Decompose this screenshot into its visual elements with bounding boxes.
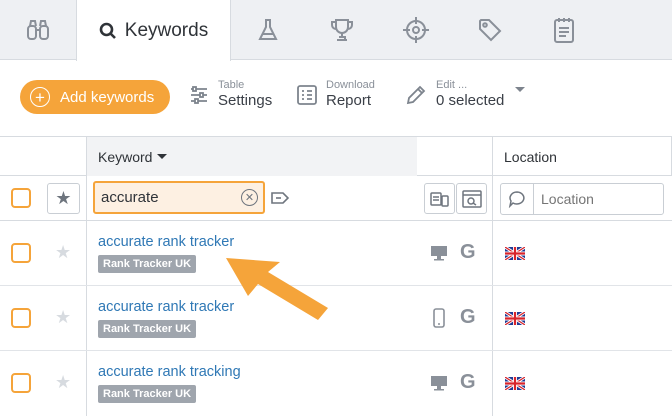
notepad-icon bbox=[554, 18, 574, 43]
keyword-column-label: Keyword bbox=[98, 148, 153, 165]
location-filter bbox=[500, 183, 664, 215]
table-settings-big: Settings bbox=[218, 92, 273, 109]
uk-flag-icon bbox=[505, 312, 525, 325]
table-settings-small: Table bbox=[218, 79, 245, 91]
keyword-link[interactable]: accurate rank tracking bbox=[98, 364, 241, 380]
desktop-icon bbox=[431, 246, 447, 261]
add-keywords-label: Add keywords bbox=[60, 88, 155, 106]
keyword-link[interactable]: accurate rank tracker bbox=[98, 299, 234, 315]
browser-search-icon bbox=[461, 189, 482, 208]
project-badge: Rank Tracker UK bbox=[98, 255, 197, 273]
chevron-down-icon bbox=[515, 87, 526, 92]
clear-search-icon[interactable]: ✕ bbox=[241, 189, 258, 206]
project-badge: Rank Tracker UK bbox=[98, 385, 197, 403]
project-badge: Rank Tracker UK bbox=[98, 320, 197, 338]
favorite-star-icon[interactable]: ★ bbox=[55, 307, 71, 328]
device-filter-button[interactable] bbox=[424, 183, 455, 214]
top-tab-bar: Keywords bbox=[0, 0, 672, 61]
location-filter-input[interactable] bbox=[535, 184, 663, 214]
location-column-label: Location bbox=[504, 148, 557, 165]
tag-filter-button[interactable] bbox=[266, 183, 294, 213]
tag-icon bbox=[479, 19, 502, 42]
tab-lab[interactable] bbox=[231, 0, 305, 60]
search-icon bbox=[99, 22, 116, 39]
binoculars-icon bbox=[27, 20, 49, 40]
speech-bubble-icon bbox=[508, 191, 525, 208]
download-small: Download bbox=[326, 79, 375, 91]
select-all-checkbox[interactable] bbox=[11, 188, 31, 208]
row-checkbox[interactable] bbox=[11, 243, 31, 263]
table-header-row: Keyword Location bbox=[0, 136, 672, 176]
annotation-arrow-icon bbox=[226, 258, 328, 320]
tab-keywords-label: Keywords bbox=[124, 19, 209, 41]
keyword-link[interactable]: accurate rank tracker bbox=[98, 234, 234, 250]
add-keywords-button[interactable]: + Add keywords bbox=[20, 80, 170, 114]
devices-icon bbox=[429, 191, 449, 207]
tab-notes[interactable] bbox=[527, 0, 601, 60]
download-report-button[interactable]: Download Report bbox=[296, 79, 375, 110]
table-row[interactable]: ★ accurate rank tracking Rank Tracker UK… bbox=[0, 351, 672, 416]
uk-flag-icon bbox=[505, 377, 525, 390]
table-settings-button[interactable]: Table Settings bbox=[188, 79, 272, 110]
row-checkbox[interactable] bbox=[11, 373, 31, 393]
tab-target[interactable] bbox=[379, 0, 453, 60]
favorite-star-icon[interactable]: ★ bbox=[55, 372, 71, 393]
download-report-text: Download Report bbox=[326, 79, 375, 110]
tab-research[interactable] bbox=[0, 0, 76, 60]
desktop-icon bbox=[431, 376, 447, 391]
flask-icon bbox=[258, 19, 278, 40]
table-row[interactable]: ★ accurate rank tracker Rank Tracker UK … bbox=[0, 221, 672, 286]
sliders-icon bbox=[191, 85, 207, 104]
keyword-column-header[interactable]: Keyword bbox=[87, 137, 417, 176]
tag-icon bbox=[271, 192, 290, 204]
google-icon: G bbox=[460, 306, 476, 328]
pencil-icon bbox=[406, 85, 426, 104]
filter-row: ★ ✕ bbox=[0, 176, 672, 221]
table-row[interactable]: ★ accurate rank tracker Rank Tracker UK … bbox=[0, 286, 672, 351]
keyword-search-input[interactable] bbox=[93, 181, 265, 214]
location-column-header[interactable]: Location bbox=[493, 137, 672, 176]
tab-tags[interactable] bbox=[453, 0, 527, 60]
mobile-icon bbox=[433, 308, 445, 328]
report-icon bbox=[297, 84, 317, 105]
trophy-icon bbox=[331, 19, 353, 41]
favorite-star-icon[interactable]: ★ bbox=[55, 242, 71, 263]
row-checkbox[interactable] bbox=[11, 308, 31, 328]
tab-competitors[interactable] bbox=[305, 0, 379, 60]
edit-big: 0 selected bbox=[436, 92, 505, 109]
plus-circle-icon: + bbox=[30, 87, 50, 107]
keywords-toolbar: + Add keywords Table Settings Download R… bbox=[0, 61, 672, 136]
edit-selected-text: Edit ... 0 selected bbox=[436, 79, 504, 110]
tab-keywords[interactable]: Keywords bbox=[76, 0, 231, 61]
uk-flag-icon bbox=[505, 247, 525, 260]
star-icon: ★ bbox=[55, 188, 72, 208]
edit-selected-dropdown[interactable]: Edit ... 0 selected bbox=[404, 79, 526, 110]
download-big: Report bbox=[326, 92, 372, 109]
table-settings-text: Table Settings bbox=[218, 79, 272, 110]
engine-filter-button[interactable] bbox=[456, 183, 487, 214]
google-icon: G bbox=[460, 241, 476, 263]
location-filter-toggle[interactable] bbox=[501, 184, 534, 214]
sort-caret-icon bbox=[157, 154, 168, 159]
keywords-table: Keyword Location ★ ✕ bbox=[0, 136, 672, 416]
crosshair-icon bbox=[403, 17, 429, 43]
edit-small: Edit ... bbox=[436, 79, 468, 91]
favorites-filter-button[interactable]: ★ bbox=[47, 183, 80, 214]
google-icon: G bbox=[460, 371, 476, 393]
